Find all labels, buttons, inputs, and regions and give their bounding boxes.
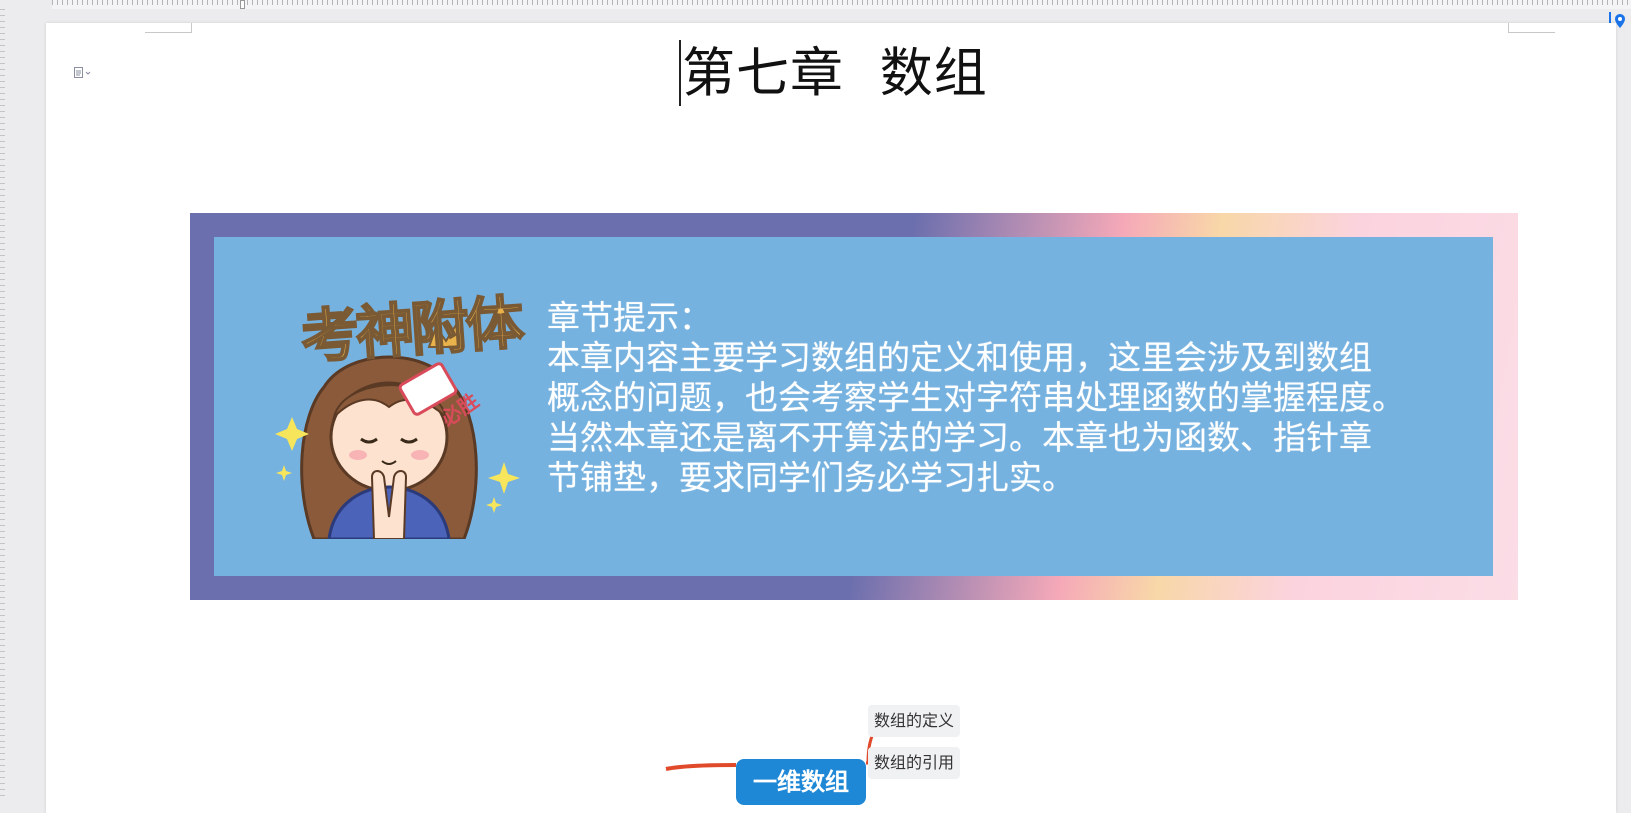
horizontal-ruler[interactable] xyxy=(52,0,1631,9)
vertical-ruler[interactable] xyxy=(0,9,5,798)
ruler-indent-marker[interactable] xyxy=(240,0,245,9)
mind-map-leaf[interactable]: 数组的定义 xyxy=(868,705,961,737)
mind-map-leaf[interactable]: 数组的引用 xyxy=(868,747,961,779)
mind-map-node[interactable]: 一维数组 xyxy=(736,759,866,805)
document-page[interactable]: 第七章 数组 考神附体 必胜 章节提示： 本章内容主要学习数组的定义和使用，这里… xyxy=(46,23,1616,813)
mind-map-branches xyxy=(665,719,892,771)
location-pin-icon[interactable] xyxy=(1615,14,1625,28)
